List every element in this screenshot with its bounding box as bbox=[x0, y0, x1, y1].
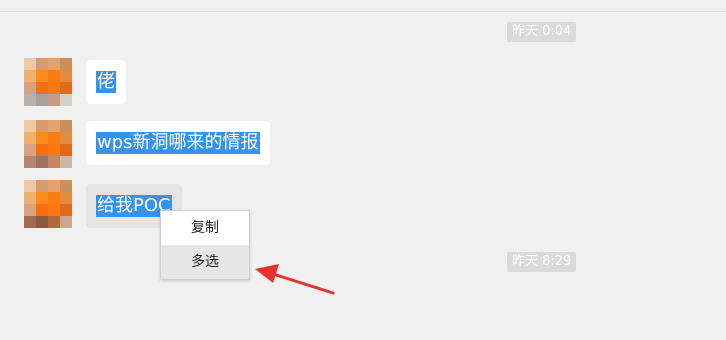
arrow-shaft bbox=[268, 271, 335, 295]
arrow-head bbox=[255, 264, 279, 283]
annotation-arrow-icon bbox=[255, 264, 335, 295]
